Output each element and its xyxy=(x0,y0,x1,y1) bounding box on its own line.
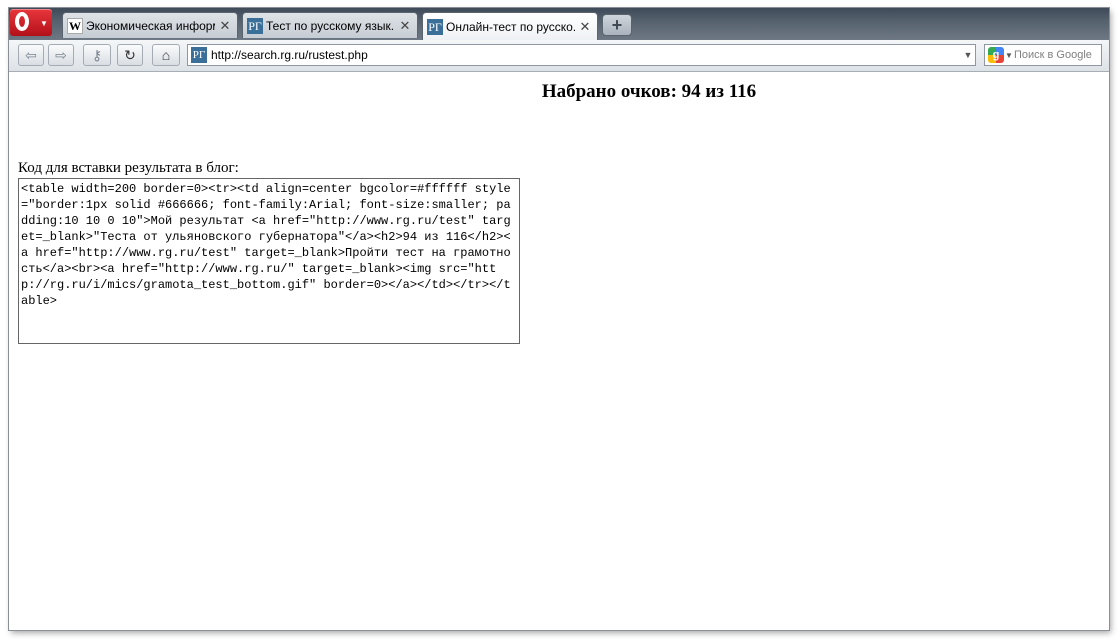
close-icon[interactable]: ✕ xyxy=(219,18,231,34)
tab-russian-test[interactable]: РГ Тест по русскому язык... ✕ xyxy=(242,12,418,38)
security-button[interactable]: ⚷ xyxy=(83,44,111,66)
opera-menu-button[interactable]: ▼ xyxy=(10,9,52,36)
home-icon: ⌂ xyxy=(161,47,171,63)
search-field[interactable]: g ▼ Поиск в Google xyxy=(984,44,1102,66)
rg-favicon-icon: РГ xyxy=(427,18,443,35)
close-icon[interactable]: ✕ xyxy=(399,18,411,34)
reload-button[interactable]: ↻ xyxy=(117,44,143,66)
forward-button[interactable]: ⇨ xyxy=(48,44,74,66)
back-icon: ⇦ xyxy=(25,47,37,63)
forward-icon: ⇨ xyxy=(55,47,67,63)
google-icon[interactable]: g xyxy=(988,47,1004,63)
navigation-toolbar: ⇦ ⇨ ⚷ ↻ ⌂ РГ http://search.rg.ru/rustest… xyxy=(9,40,1109,72)
url-text[interactable]: http://search.rg.ru/rustest.php xyxy=(211,48,961,62)
search-placeholder: Поиск в Google xyxy=(1014,49,1092,61)
chevron-down-icon: ▼ xyxy=(40,19,48,28)
site-favicon-icon: РГ xyxy=(191,47,207,63)
close-icon[interactable]: ✕ xyxy=(579,19,591,35)
key-icon: ⚷ xyxy=(91,47,103,63)
address-dropdown-icon[interactable]: ▼ xyxy=(961,50,975,60)
home-button[interactable]: ⌂ xyxy=(152,44,180,66)
tab-title: Тест по русскому язык... xyxy=(266,18,395,33)
new-tab-button[interactable]: + xyxy=(602,14,632,36)
opera-logo-icon xyxy=(15,12,29,31)
tab-economic-info[interactable]: W Экономическая информ... ✕ xyxy=(62,12,238,38)
score-heading: Набрано очков: 94 из 116 xyxy=(541,81,757,102)
back-button[interactable]: ⇦ xyxy=(18,44,44,66)
tab-bar: ▼ W Экономическая информ... ✕ РГ Тест по… xyxy=(9,8,1109,40)
wikipedia-favicon-icon: W xyxy=(67,17,83,34)
address-bar[interactable]: РГ http://search.rg.ru/rustest.php ▼ xyxy=(187,44,976,66)
browser-window: ▼ W Экономическая информ... ✕ РГ Тест по… xyxy=(9,8,1109,630)
tab-online-test[interactable]: РГ Онлайн-тест по русско... ✕ xyxy=(422,12,598,40)
reload-icon: ↻ xyxy=(124,47,136,63)
tab-title: Онлайн-тест по русско... xyxy=(446,19,575,34)
chevron-down-icon[interactable]: ▼ xyxy=(1004,51,1014,60)
page-content: Набрано очков: 94 из 116 Код для вставки… xyxy=(9,72,1109,630)
embed-code-label: Код для вставки результата в блог: xyxy=(18,160,239,176)
embed-code-textarea[interactable]: <table width=200 border=0><tr><td align=… xyxy=(18,178,520,344)
rg-favicon-icon: РГ xyxy=(247,17,263,34)
tab-title: Экономическая информ... xyxy=(86,18,215,33)
